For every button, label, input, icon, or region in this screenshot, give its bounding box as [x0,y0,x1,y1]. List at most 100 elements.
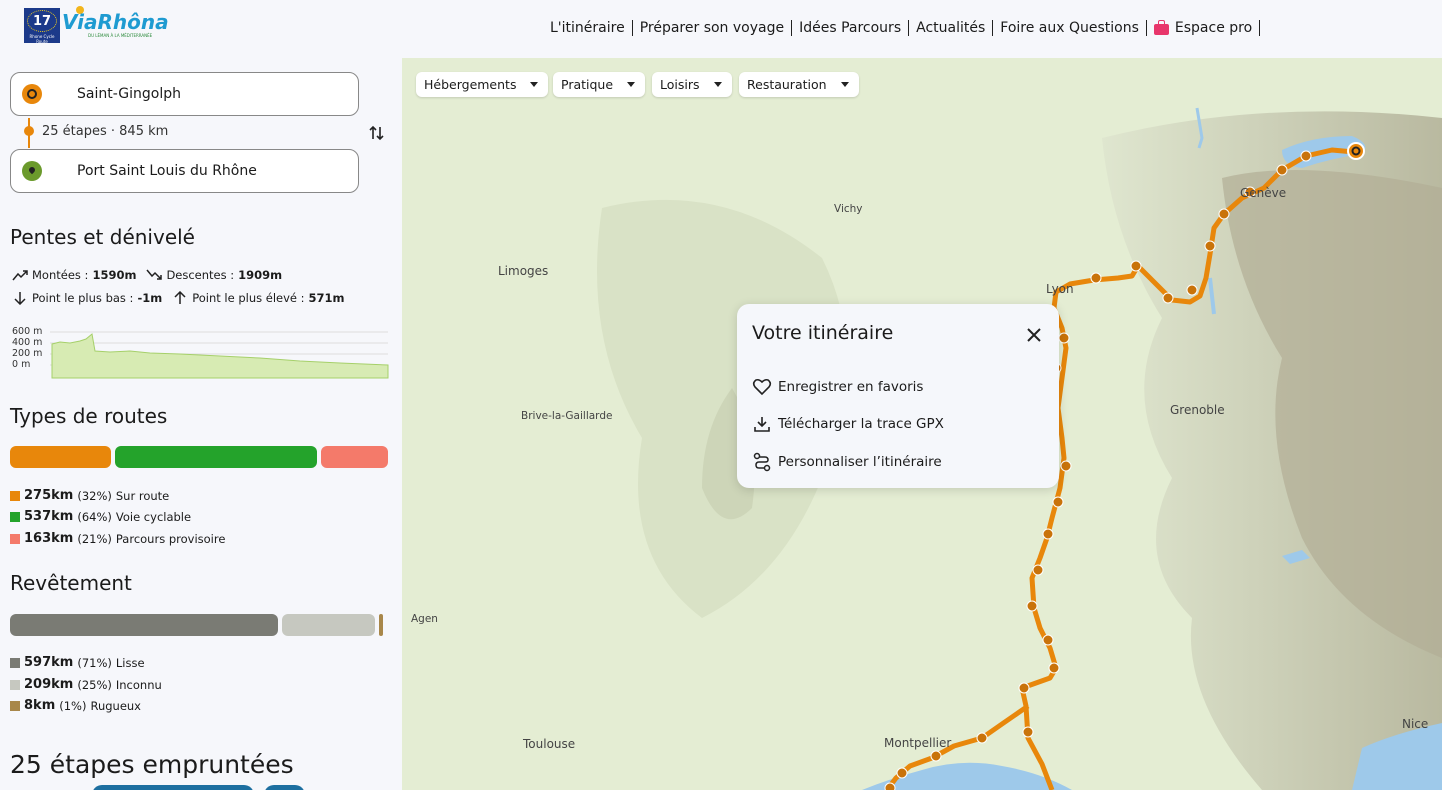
eurovelo-logo[interactable]: 17 Rhone Cycle Route [24,8,60,44]
arrow-down-icon [14,292,26,305]
nav-actualites[interactable]: Actualités [909,20,994,36]
surface-bar-rugueux[interactable] [379,614,383,636]
legend-label: Parcours provisoire [115,531,226,546]
route-connector-dot [24,126,34,136]
action-label: Personnaliser l’itinéraire [778,454,942,470]
map-view[interactable]: Hébergements Pratique Loisirs Restaurati… [402,58,1442,790]
legend-pct: (1%) [59,698,87,713]
legend-lisse: 597km (71%) Lisse [10,655,145,670]
caret-down-icon [713,82,722,87]
legend-label: Sur route [115,488,170,503]
descent-label: Descentes : [166,268,235,282]
legend-swatch [10,700,20,711]
legend-pct: (64%) [77,509,112,524]
start-map-marker [1347,142,1365,160]
nav-espace-pro[interactable]: Espace pro [1147,19,1261,36]
itinerary-popup: Votre itinéraire Enregistrer en favoris … [737,304,1059,488]
main-nav: L'itinéraire Préparer son voyage Idées P… [550,18,1261,38]
legend-value: 8km [24,698,56,713]
legend-voie-cyclable: 537km (64%) Voie cyclable [10,509,191,524]
logo-tagline: DU LÉMAN À LA MÉDITERRANÉE [88,33,153,38]
swap-icon[interactable] [368,124,386,142]
legend-inconnu: 209km (25%) Inconnu [10,677,162,692]
profile-tick-400: 400 m [12,337,43,348]
site-header: 17 Rhone Cycle Route ViaRhôna DU LÉMAN À… [0,0,1442,58]
route-icon [753,452,771,472]
legend-swatch [10,533,20,544]
filter-label: Pratique [561,77,614,92]
nav-espace-pro-label: Espace pro [1174,20,1253,36]
legend-value: 275km [24,488,74,503]
ascent-value: 1590m [92,268,137,282]
filter-label: Restauration [747,77,827,92]
filter-restauration[interactable]: Restauration [739,72,859,97]
legend-rugueux: 8km (1%) Rugueux [10,698,141,713]
nav-itineraire[interactable]: L'itinéraire [550,20,633,36]
city-label: Grenoble [1170,403,1225,417]
profile-tick-0: 0 m [12,359,31,370]
stages-tab-pill[interactable] [92,785,254,790]
trending-up-icon [12,270,28,281]
nav-faq[interactable]: Foire aux Questions [993,20,1147,36]
road-bar-sur-route[interactable] [10,446,111,468]
download-icon [754,417,770,432]
legend-value: 209km [24,677,74,692]
legend-label: Lisse [115,655,145,670]
legend-swatch [10,511,20,522]
road-bar-voie-cyclable[interactable] [115,446,317,468]
city-label: Genève [1240,186,1287,200]
filter-hebergements[interactable]: Hébergements [416,72,549,97]
city-label: Limoges [498,264,549,278]
highest-label: Point le plus élevé : [192,291,305,305]
surface-bar-lisse[interactable] [10,614,278,636]
road-bar-provisoire[interactable] [321,446,388,468]
city-label: Brive-la-Gaillarde [521,410,613,422]
trending-down-icon [146,269,163,280]
action-label: Télécharger la trace GPX [778,416,944,432]
elevation-profile[interactable]: 600 m 400 m 200 m 0 m [10,326,390,380]
descent-value: 1909m [238,268,283,282]
city-label: Nice [1402,717,1429,731]
legend-label: Voie cyclable [115,509,192,524]
start-marker-icon [22,84,42,104]
close-icon[interactable] [1026,327,1042,343]
action-label: Enregistrer en favoris [778,379,924,395]
logo-name: ViaRhôna [62,10,169,34]
heart-icon [752,378,772,396]
save-favorite-action[interactable]: Enregistrer en favoris [752,377,923,397]
legend-value: 597km [24,655,74,670]
caret-down-icon [840,82,849,87]
road-types-title: Types de routes [10,404,168,428]
caret-down-icon [627,82,636,87]
customize-route-action[interactable]: Personnaliser l’itinéraire [752,452,942,472]
start-location-field[interactable]: Saint-Gingolph [10,72,359,116]
viarhona-logo[interactable]: ViaRhôna DU LÉMAN À LA MÉDITERRANÉE [62,6,169,42]
city-label: Toulouse [523,737,576,751]
profile-chart [50,331,389,379]
profile-tick-600: 600 m [12,326,43,337]
briefcase-icon [1153,19,1169,35]
caret-down-icon [530,82,539,87]
download-gpx-action[interactable]: Télécharger la trace GPX [752,414,944,434]
highest-value: 571m [308,291,345,305]
surface-title: Revêtement [10,571,132,595]
surface-bar-inconnu[interactable] [282,614,375,636]
legend-pct: (32%) [77,488,112,503]
city-label: Montpellier [884,736,952,750]
filter-loisirs[interactable]: Loisirs [652,72,732,97]
start-location-value: Saint-Gingolph [77,86,181,102]
legend-swatch [10,490,20,501]
end-location-field[interactable]: Port Saint Louis du Rhône [10,149,359,193]
end-marker-icon [22,161,42,181]
stages-tab-pill-small[interactable] [264,785,305,790]
filter-pratique[interactable]: Pratique [553,72,646,97]
slopes-title: Pentes et dénivelé [10,225,195,249]
legend-label: Rugueux [90,698,141,713]
nav-idees[interactable]: Idées Parcours [792,20,910,36]
legend-swatch [10,657,20,668]
nav-preparer[interactable]: Préparer son voyage [633,20,793,36]
legend-value: 537km [24,509,74,524]
stages-title: 25 étapes empruntées [10,750,294,779]
city-label: Agen [411,613,438,625]
ascent-label: Montées : [32,268,89,282]
